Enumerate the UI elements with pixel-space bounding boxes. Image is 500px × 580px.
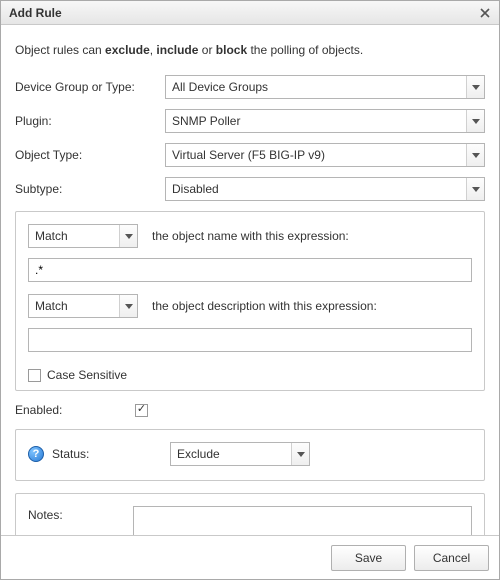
save-button[interactable]: Save [331, 545, 406, 571]
device-group-value: All Device Groups [166, 80, 466, 94]
chevron-down-icon [291, 443, 309, 465]
chevron-down-icon [119, 295, 137, 317]
match-desc-row: Match the object description with this e… [28, 294, 472, 318]
intro-block: block [216, 43, 247, 57]
status-label: Status: [52, 447, 170, 461]
row-object-type: Object Type: Virtual Server (F5 BIG-IP v… [15, 143, 485, 167]
object-type-select[interactable]: Virtual Server (F5 BIG-IP v9) [165, 143, 485, 167]
match-name-text: the object name with this expression: [152, 229, 349, 243]
cancel-button[interactable]: Cancel [414, 545, 489, 571]
status-panel: ? Status: Exclude [15, 429, 485, 481]
case-sensitive-checkbox[interactable] [28, 369, 41, 382]
status-select[interactable]: Exclude [170, 442, 310, 466]
plugin-select[interactable]: SNMP Poller [165, 109, 485, 133]
enabled-checkbox[interactable] [135, 404, 148, 417]
plugin-value: SNMP Poller [166, 114, 466, 128]
help-icon[interactable]: ? [28, 446, 44, 462]
intro-exclude: exclude [105, 43, 150, 57]
add-rule-dialog: Add Rule Object rules can exclude, inclu… [0, 0, 500, 580]
dialog-footer: Save Cancel [1, 535, 499, 579]
object-type-value: Virtual Server (F5 BIG-IP v9) [166, 148, 466, 162]
dialog-body: Object rules can exclude, include or blo… [1, 25, 499, 535]
case-sensitive-label: Case Sensitive [47, 368, 127, 382]
object-type-label: Object Type: [15, 148, 165, 162]
device-group-label: Device Group or Type: [15, 80, 165, 94]
dialog-title: Add Rule [9, 6, 477, 20]
row-subtype: Subtype: Disabled [15, 177, 485, 201]
match-desc-mode-value: Match [29, 299, 119, 313]
intro-include: include [156, 43, 198, 57]
subtype-label: Subtype: [15, 182, 165, 196]
match-panel: Match the object name with this expressi… [15, 211, 485, 391]
titlebar: Add Rule [1, 1, 499, 25]
status-row: ? Status: Exclude [28, 442, 472, 466]
match-name-mode-value: Match [29, 229, 119, 243]
row-plugin: Plugin: SNMP Poller [15, 109, 485, 133]
chevron-down-icon [466, 76, 484, 98]
match-name-row: Match the object name with this expressi… [28, 224, 472, 248]
notes-row: Notes: [28, 506, 472, 535]
intro-prefix: Object rules can [15, 43, 105, 57]
enabled-label: Enabled: [15, 403, 135, 417]
match-desc-text: the object description with this express… [152, 299, 377, 313]
chevron-down-icon [466, 144, 484, 166]
match-desc-mode-select[interactable]: Match [28, 294, 138, 318]
plugin-label: Plugin: [15, 114, 165, 128]
intro-text: Object rules can exclude, include or blo… [15, 43, 485, 57]
status-value: Exclude [171, 447, 291, 461]
device-group-select[interactable]: All Device Groups [165, 75, 485, 99]
row-device-group: Device Group or Type: All Device Groups [15, 75, 485, 99]
chevron-down-icon [466, 178, 484, 200]
notes-panel: Notes: [15, 493, 485, 535]
subtype-value: Disabled [166, 182, 466, 196]
notes-input[interactable] [133, 506, 472, 535]
chevron-down-icon [466, 110, 484, 132]
match-desc-expression-input[interactable] [28, 328, 472, 352]
close-icon[interactable] [477, 5, 493, 21]
chevron-down-icon [119, 225, 137, 247]
match-name-expression-input[interactable] [28, 258, 472, 282]
notes-label: Notes: [28, 506, 133, 522]
match-name-mode-select[interactable]: Match [28, 224, 138, 248]
subtype-select[interactable]: Disabled [165, 177, 485, 201]
case-sensitive-row: Case Sensitive [28, 368, 472, 382]
enabled-row: Enabled: [15, 403, 485, 417]
